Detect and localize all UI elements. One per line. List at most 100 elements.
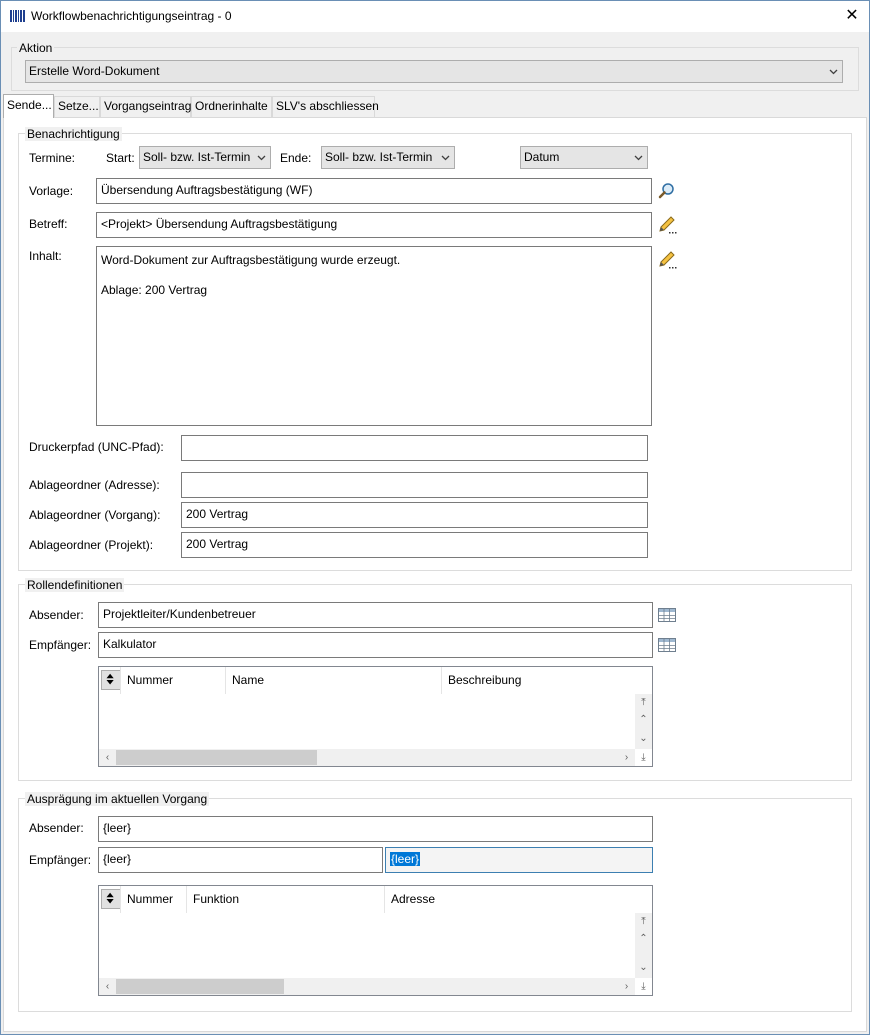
chevron-up-icon[interactable]: ⌃ <box>635 711 652 728</box>
rollen-empfaenger-label: Empfänger: <box>29 638 92 652</box>
ablage-projekt-label: Ablageordner (Projekt): <box>29 538 154 552</box>
auspraegung-grid-header: Nummer Funktion Adresse <box>99 886 652 913</box>
scroll-thumb[interactable] <box>116 979 284 994</box>
auspraegung-empfaenger-field[interactable]: {leer} <box>98 847 383 873</box>
horizontal-scrollbar[interactable]: ‹ › <box>99 978 635 995</box>
rollen-empfaenger-value: Kalkulator <box>103 637 157 651</box>
druckerpfad-field[interactable] <box>181 435 648 461</box>
rollen-absender-field[interactable]: Projektleiter/Kundenbetreuer <box>98 602 653 628</box>
aktion-dropdown[interactable]: Erstelle Word-Dokument <box>25 60 843 83</box>
sort-toggle-button[interactable] <box>101 889 121 909</box>
aktion-dropdown-value: Erstelle Word-Dokument <box>29 64 160 78</box>
betreff-field[interactable]: <Projekt> Übersendung Auftragsbestätigun… <box>96 212 652 238</box>
table-icon[interactable] <box>657 635 677 655</box>
close-button[interactable]: ✕ <box>843 7 861 25</box>
tab-label: SLV's abschliessen <box>276 99 379 113</box>
auspraegung-empfaenger-address-value: {leer} <box>390 852 421 866</box>
column-header-adresse[interactable]: Adresse <box>384 886 634 913</box>
rollen-grid[interactable]: Nummer Name Beschreibung ⤒ ⌃ ⌄ ‹ › ⤓ <box>98 666 653 767</box>
start-label: Start: <box>106 151 135 165</box>
sort-arrows-icon <box>106 892 114 904</box>
column-header-beschreibung[interactable]: Beschreibung <box>441 667 634 694</box>
vertical-scrollbar[interactable]: ⤒ ⌃ ⌄ <box>635 913 652 978</box>
ablage-vorgang-label: Ablageordner (Vorgang): <box>29 508 161 522</box>
betreff-value: <Projekt> Übersendung Auftragsbestätigun… <box>101 217 338 231</box>
tab-vorgangseintrag[interactable]: Vorgangseintrag <box>100 96 191 117</box>
tab-label: Sende... <box>7 98 52 112</box>
chevron-up-icon[interactable]: ⌃ <box>635 930 652 947</box>
column-header-nummer[interactable]: Nummer <box>120 667 225 694</box>
tab-label: Vorgangseintrag <box>104 99 192 113</box>
sort-toggle-button[interactable] <box>101 670 121 690</box>
rollen-group-label: Rollendefinitionen <box>25 578 125 592</box>
horizontal-scrollbar[interactable]: ‹ › <box>99 749 635 766</box>
chevron-down-icon <box>257 155 266 161</box>
scroll-top-icon[interactable]: ⤒ <box>635 913 652 930</box>
chevron-right-icon[interactable]: › <box>618 978 635 995</box>
tab-label: Ordnerinhalte <box>195 99 268 113</box>
inhalt-textarea[interactable]: Word-Dokument zur Auftragsbestätigung wu… <box>96 246 652 426</box>
termine-label: Termine: <box>29 151 76 165</box>
dialog-window: Workflowbenachrichtigungseintrag - 0 ✕ A… <box>0 0 870 1035</box>
chevron-down-icon <box>441 155 450 161</box>
auspraegung-group-label: Ausprägung im aktuellen Vorgang <box>25 792 210 806</box>
auspraegung-empfaenger-address-field[interactable]: {leer} <box>385 847 653 873</box>
pencil-icon[interactable] <box>657 215 677 235</box>
close-icon: ✕ <box>845 7 859 24</box>
column-header-funktion[interactable]: Funktion <box>186 886 384 913</box>
scroll-thumb[interactable] <box>116 750 317 765</box>
chevron-left-icon[interactable]: ‹ <box>99 749 116 766</box>
inhalt-line-1: Word-Dokument zur Auftragsbestätigung wu… <box>101 253 401 267</box>
column-header-nummer[interactable]: Nummer <box>120 886 186 913</box>
scroll-bottom-icon[interactable]: ⤓ <box>635 749 652 766</box>
rollen-empfaenger-field[interactable]: Kalkulator <box>98 632 653 658</box>
auspraegung-absender-field[interactable]: {leer} <box>98 816 653 842</box>
start-dropdown[interactable]: Soll- bzw. Ist-Termin <box>139 146 271 169</box>
ablage-adresse-field[interactable] <box>181 472 648 498</box>
chevron-down-icon <box>829 69 838 75</box>
betreff-label: Betreff: <box>29 217 68 231</box>
ende-dropdown[interactable]: Soll- bzw. Ist-Termin <box>321 146 455 169</box>
ende-label: Ende: <box>280 151 312 165</box>
column-header-name[interactable]: Name <box>225 667 441 694</box>
chevron-left-icon[interactable]: ‹ <box>99 978 116 995</box>
ende-dropdown-value: Soll- bzw. Ist-Termin <box>325 150 433 164</box>
ablage-adresse-label: Ablageordner (Adresse): <box>29 478 160 492</box>
druckerpfad-label: Druckerpfad (UNC-Pfad): <box>29 440 164 454</box>
search-icon[interactable] <box>657 181 677 201</box>
title-bar[interactable]: Workflowbenachrichtigungseintrag - 0 ✕ <box>1 1 869 32</box>
vertical-scrollbar[interactable]: ⤒ ⌃ ⌄ <box>635 694 652 749</box>
vorlage-value: Übersendung Auftragsbestätigung (WF) <box>101 183 313 197</box>
datum-dropdown-value: Datum <box>524 150 560 164</box>
pencil-icon[interactable] <box>657 250 677 270</box>
tab-setze[interactable]: Setze... <box>54 96 100 117</box>
scroll-top-icon[interactable]: ⤒ <box>635 694 652 711</box>
window-title: Workflowbenachrichtigungseintrag - 0 <box>31 9 232 23</box>
auspraegung-empfaenger-value: {leer} <box>103 852 132 866</box>
ablage-projekt-field[interactable]: 200 Vertrag <box>181 532 648 558</box>
auspraegung-absender-label: Absender: <box>29 821 84 835</box>
rollen-grid-header: Nummer Name Beschreibung <box>99 667 652 694</box>
chevron-down-icon <box>634 155 643 161</box>
rollen-absender-label: Absender: <box>29 608 84 622</box>
vorlage-label: Vorlage: <box>29 184 74 198</box>
aktion-group-label: Aktion <box>17 41 55 55</box>
chevron-down-icon[interactable]: ⌄ <box>635 730 652 747</box>
tab-label: Setze... <box>58 99 99 113</box>
tab-ordnerinhalte[interactable]: Ordnerinhalte <box>191 96 272 117</box>
chevron-down-icon[interactable]: ⌄ <box>635 959 652 976</box>
auspraegung-absender-value: {leer} <box>103 821 132 835</box>
tab-sende[interactable]: Sende... <box>3 94 54 118</box>
start-dropdown-value: Soll- bzw. Ist-Termin <box>143 150 251 164</box>
vorlage-field[interactable]: Übersendung Auftragsbestätigung (WF) <box>96 178 652 204</box>
auspraegung-grid[interactable]: Nummer Funktion Adresse ⤒ ⌃ ⌄ ‹ › ⤓ <box>98 885 653 996</box>
sort-arrows-icon <box>106 673 114 685</box>
inhalt-line-2: Ablage: 200 Vertrag <box>101 283 208 297</box>
table-icon[interactable] <box>657 605 677 625</box>
benachrichtigung-group-label: Benachrichtigung <box>25 127 122 141</box>
ablage-vorgang-field[interactable]: 200 Vertrag <box>181 502 648 528</box>
datum-dropdown[interactable]: Datum <box>520 146 648 169</box>
scroll-bottom-icon[interactable]: ⤓ <box>635 978 652 995</box>
tab-slv-abschliessen[interactable]: SLV's abschliessen <box>272 96 379 117</box>
chevron-right-icon[interactable]: › <box>618 749 635 766</box>
